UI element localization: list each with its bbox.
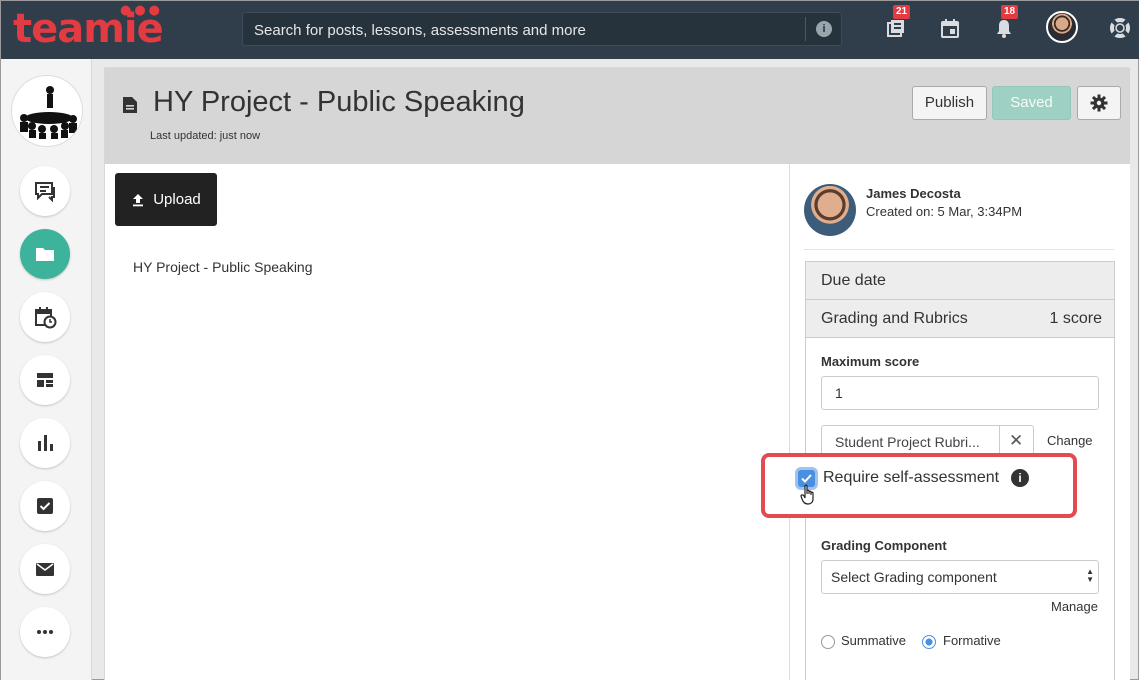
- author-created-date: Created on: 5 Mar, 3:34PM: [866, 204, 1023, 219]
- search-bar[interactable]: Search for posts, lessons, assessments a…: [242, 12, 842, 46]
- settings-button[interactable]: [1077, 86, 1121, 120]
- dashboard-button[interactable]: [20, 355, 70, 405]
- messages-icon: [35, 182, 55, 203]
- upload-button[interactable]: Upload: [115, 173, 217, 226]
- self-assessment-info-icon[interactable]: i: [1011, 469, 1029, 487]
- last-updated: Last updated: just now: [150, 130, 261, 142]
- main-panel: HY Project - Public Speaking Last update…: [104, 67, 1130, 680]
- publish-button[interactable]: Publish: [912, 86, 987, 120]
- library-badge: 21: [893, 5, 911, 19]
- notifications-badge: 18: [1001, 5, 1019, 19]
- analytics-button[interactable]: [20, 418, 70, 468]
- remove-rubric-icon[interactable]: ✕: [1009, 431, 1023, 451]
- page-title: HY Project - Public Speaking: [153, 86, 525, 118]
- author-avatar: [804, 184, 856, 236]
- top-bar: teamie ●●● Search for posts, lessons, as…: [1, 1, 1139, 59]
- maximum-score-label: Maximum score: [821, 354, 920, 369]
- help-icon[interactable]: [1109, 17, 1131, 39]
- saved-button[interactable]: Saved: [992, 86, 1071, 120]
- change-rubric-link[interactable]: Change: [1047, 433, 1093, 448]
- mail-icon: [36, 563, 54, 576]
- self-assessment-label: Require self-assessment: [823, 469, 1000, 486]
- library-icon-svg: [887, 20, 904, 37]
- messages-button[interactable]: [20, 166, 70, 216]
- teamie-logo[interactable]: teamie ●●●: [13, 3, 164, 51]
- upload-icon: [133, 193, 144, 206]
- due-date-row[interactable]: Due date: [806, 262, 1114, 300]
- class-logo[interactable]: [11, 75, 83, 147]
- gear-icon: [1090, 94, 1108, 112]
- schedule-button[interactable]: [20, 292, 70, 342]
- grading-component-label: Grading Component: [821, 538, 947, 553]
- dashboard-icon: [37, 373, 53, 387]
- select-arrows-icon: ▲ ▼: [1086, 567, 1094, 584]
- divider: [804, 249, 1114, 250]
- manage-link[interactable]: Manage: [1051, 599, 1098, 614]
- mail-button[interactable]: [20, 544, 70, 594]
- due-date-label: Due date: [821, 272, 886, 289]
- summative-radio[interactable]: [821, 635, 835, 649]
- search-input[interactable]: Search for posts, lessons, assessments a…: [254, 22, 586, 39]
- upload-label: Upload: [153, 191, 201, 208]
- search-divider: [805, 17, 806, 41]
- grading-component-value: Select Grading component: [831, 569, 997, 585]
- class-logo-image: [20, 86, 77, 139]
- calendar-icon-svg: [941, 19, 959, 38]
- sidebar: [1, 59, 92, 680]
- schedule-icon: [35, 307, 57, 329]
- help-icon-svg: [1110, 18, 1130, 38]
- self-assessment-highlight: Require self-assessment i: [761, 453, 1077, 518]
- maximum-score-input[interactable]: 1: [821, 376, 1099, 410]
- rubric-divider: [999, 426, 1000, 456]
- grading-score-count: 1 score: [1049, 310, 1102, 327]
- search-info-icon[interactable]: i: [816, 21, 832, 37]
- details-panel: James Decosta Created on: 5 Mar, 3:34PM …: [789, 164, 1130, 680]
- hand-cursor-icon: [800, 484, 818, 511]
- page-header: HY Project - Public Speaking Last update…: [105, 68, 1130, 164]
- tasks-icon: [37, 498, 53, 514]
- grading-rubrics-label: Grading and Rubrics: [821, 310, 968, 327]
- summative-label: Summative: [841, 633, 907, 648]
- formative-radio[interactable]: [922, 635, 936, 649]
- grading-component-select[interactable]: Select Grading component ▲ ▼: [821, 560, 1099, 594]
- tasks-button[interactable]: [20, 481, 70, 531]
- logo-dots: ●●●: [120, 3, 164, 18]
- more-icon: [37, 630, 53, 634]
- bell-icon-svg: [997, 20, 1011, 38]
- grading-rubrics-row[interactable]: Grading and Rubrics 1 score: [806, 300, 1114, 338]
- author-name: James Decosta: [866, 186, 961, 201]
- document-icon: [120, 95, 140, 120]
- analytics-icon: [38, 435, 53, 451]
- library-icon[interactable]: 21: [885, 5, 911, 39]
- user-avatar[interactable]: [1046, 11, 1078, 43]
- folder-icon: [36, 248, 54, 261]
- bell-icon[interactable]: 18: [993, 5, 1019, 39]
- folder-button[interactable]: [20, 229, 70, 279]
- calendar-icon[interactable]: [939, 17, 961, 39]
- content-body: HY Project - Public Speaking: [133, 259, 313, 275]
- rubric-name: Student Project Rubri...: [835, 434, 980, 450]
- more-button[interactable]: [20, 607, 70, 657]
- formative-label: Formative: [943, 633, 1001, 648]
